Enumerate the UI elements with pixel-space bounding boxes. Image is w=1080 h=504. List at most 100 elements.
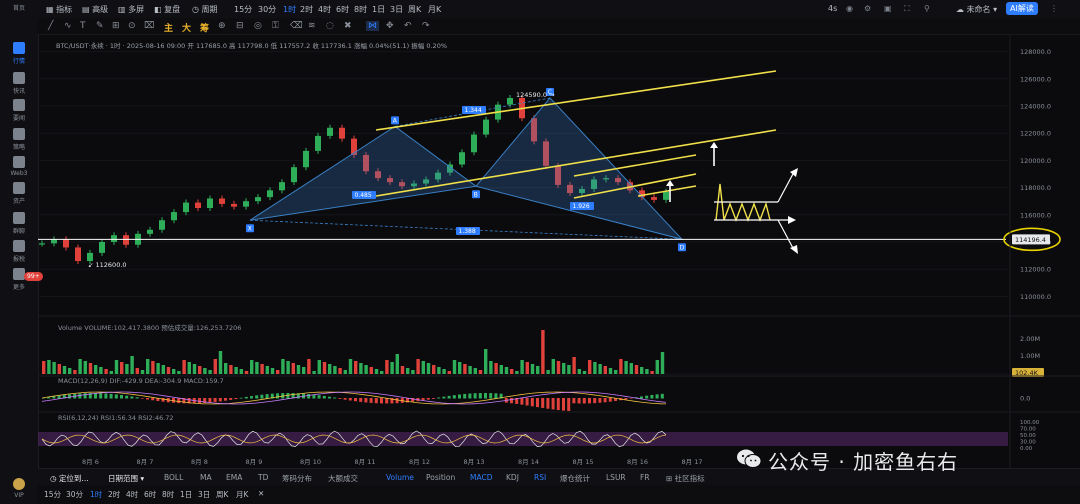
tf-month[interactable]: 月K <box>428 4 441 15</box>
ind-fr[interactable]: FR <box>640 473 650 482</box>
sidebar-item-strategy[interactable]: 策略 <box>0 128 38 151</box>
macd-bar <box>99 393 103 399</box>
btf-3d[interactable]: 3日 <box>198 489 210 500</box>
btf-8h[interactable]: 8时 <box>162 489 174 500</box>
wave-tool-icon[interactable]: ∿ <box>64 21 72 31</box>
tf-1h[interactable]: 1时 <box>283 4 296 15</box>
brush-tool-icon[interactable]: ✎ <box>96 21 104 31</box>
undo-icon[interactable]: ↶ <box>404 21 412 31</box>
ind-position[interactable]: Position <box>426 473 455 482</box>
ind-chips[interactable]: 筹码分布 <box>282 473 312 484</box>
volume-bar <box>468 366 472 374</box>
btf-30m[interactable]: 30分 <box>66 489 83 500</box>
eye-icon[interactable]: ◎ <box>254 21 262 31</box>
sidebar-item-flash[interactable]: 快讯 <box>0 72 38 95</box>
cursor-tool-icon[interactable]: ✖ <box>344 21 352 31</box>
tf-6h[interactable]: 6时 <box>336 4 349 15</box>
chart-area[interactable]: 128000.0 126000.0 124000.0 122000.0 120000.0… <box>38 34 1080 470</box>
sidebar-item-news[interactable]: 要闻 <box>0 99 38 122</box>
sidebar-vip[interactable]: VIP <box>0 478 38 499</box>
ind-rsi[interactable]: RSI <box>534 473 546 482</box>
ind-macd[interactable]: MACD <box>470 473 492 482</box>
community-indicators[interactable]: ⊞ 社区指标 <box>666 473 705 484</box>
lock-tool-icon[interactable]: ⌧ <box>144 21 154 31</box>
multi-screen-button[interactable]: ▥ 多屏 <box>118 4 144 15</box>
volume-bar <box>172 369 176 374</box>
layers-icon[interactable]: ≋ <box>308 21 316 31</box>
macd-bar <box>229 398 233 400</box>
bottom-timeframe-bar: 15分 30分 1时 2时 4时 6时 8时 1日 3日 周K 月K ✕ <box>38 485 1080 504</box>
btf-15m[interactable]: 15分 <box>44 489 61 500</box>
ind-volume[interactable]: Volume <box>386 473 414 482</box>
macd-bar <box>546 398 550 409</box>
eraser-icon[interactable]: ◌ <box>326 21 334 31</box>
tf-1d[interactable]: 1日 <box>372 4 385 15</box>
ind-boll[interactable]: BOLL <box>164 473 183 482</box>
btf-6h[interactable]: 6时 <box>144 489 156 500</box>
sidebar-item-chat[interactable]: 群聊 <box>0 212 38 235</box>
more-vertical-icon[interactable]: ⋮ <box>1050 4 1058 13</box>
settings-icon[interactable]: ⚙ <box>864 4 871 13</box>
ai-interpret-button[interactable]: AI解读 <box>1006 2 1038 15</box>
volume-bar <box>120 362 124 374</box>
btf-month[interactable]: 月K <box>236 489 248 500</box>
big-order-button[interactable]: 大 <box>182 21 191 34</box>
trash-icon[interactable]: ⌫ <box>290 21 303 31</box>
cloud-save-button[interactable]: ☁ 未命名 ▾ <box>956 4 997 15</box>
advanced-button[interactable]: ▤ 高级 <box>82 4 108 15</box>
pattern-xab-triangle <box>249 125 478 221</box>
date-range-button[interactable]: 日期范围 ▾ <box>108 473 144 484</box>
main-chart-button[interactable]: 主 <box>164 21 173 34</box>
btf-1d[interactable]: 1日 <box>180 489 192 500</box>
layout-icon[interactable]: ▣ <box>884 4 892 13</box>
ind-lsur[interactable]: LSUR <box>606 473 626 482</box>
period-button[interactable]: ◷ 周期 <box>192 4 218 15</box>
tf-week[interactable]: 周K <box>408 4 421 15</box>
sidebar-item-assets[interactable]: 资产 <box>0 182 38 205</box>
ind-liquidation[interactable]: 爆仓统计 <box>560 473 590 484</box>
fullscreen-icon[interactable]: ⛶ <box>904 4 910 14</box>
sidebar-home[interactable]: 首页 <box>0 3 38 12</box>
search-icon[interactable]: ⚲ <box>924 4 930 13</box>
line-tool-icon[interactable]: ╱ <box>48 21 53 31</box>
ind-kdj[interactable]: KDJ <box>506 473 519 482</box>
pattern-tool-icon[interactable]: ⋈ <box>366 21 379 31</box>
move-tool-icon[interactable]: ✥ <box>386 21 394 31</box>
locate-button[interactable]: ◷ 定位到... <box>50 473 89 484</box>
indicator-button[interactable]: ▦ 指标 <box>46 4 72 15</box>
sidebar-item-market[interactable]: 行情 <box>0 42 38 65</box>
replay-button[interactable]: ◧ 复盘 <box>154 4 180 15</box>
btf-2h[interactable]: 2时 <box>108 489 120 500</box>
ind-ema[interactable]: EMA <box>226 473 242 482</box>
tf-15m[interactable]: 15分 <box>234 4 252 15</box>
macd-bar <box>224 398 227 401</box>
ind-td[interactable]: TD <box>258 473 268 482</box>
camera-icon[interactable]: ◉ <box>846 4 853 13</box>
tf-30m[interactable]: 30分 <box>258 4 276 15</box>
btf-week[interactable]: 周K <box>216 489 228 500</box>
sidebar-item-tax[interactable]: 报税 <box>0 240 38 263</box>
lock-icon[interactable]: ⚿ <box>272 21 279 31</box>
price-chart-svg[interactable]: 128000.0 126000.0 124000.0 122000.0 120000.0… <box>38 34 1080 470</box>
tf-8h[interactable]: 8时 <box>354 4 367 15</box>
close-icon[interactable]: ✕ <box>258 489 264 498</box>
tf-3d[interactable]: 3日 <box>390 4 403 15</box>
sidebar-item-web3[interactable]: Web3 <box>0 156 38 177</box>
tf-2h[interactable]: 2时 <box>300 4 313 15</box>
chips-button[interactable]: 筹 <box>200 21 209 34</box>
zoom-in-icon[interactable]: ⊕ <box>218 21 226 31</box>
magnet-tool-icon[interactable]: ⊙ <box>128 21 136 31</box>
btf-4h[interactable]: 4时 <box>126 489 138 500</box>
tf-4h[interactable]: 4时 <box>318 4 331 15</box>
text-tool-icon[interactable]: T <box>80 21 86 31</box>
price-tick-label: 118000.0 <box>1020 184 1051 192</box>
grid-icon[interactable]: ⊟ <box>236 21 244 31</box>
refresh-interval[interactable]: 4s <box>828 4 837 13</box>
measure-tool-icon[interactable]: ⊞ <box>112 21 120 31</box>
macd-bar <box>562 398 565 411</box>
volume-bar <box>244 371 249 374</box>
ind-big-trades[interactable]: 大额成交 <box>328 473 358 484</box>
btf-1h[interactable]: 1时 <box>90 489 102 500</box>
redo-icon[interactable]: ↷ <box>422 21 430 31</box>
ind-ma[interactable]: MA <box>200 473 212 482</box>
